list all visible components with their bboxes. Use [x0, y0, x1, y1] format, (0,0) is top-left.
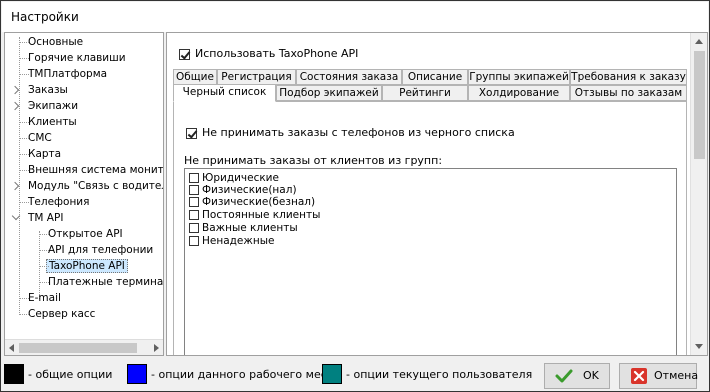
checkbox-icon[interactable] [189, 185, 199, 195]
tree-item-basic[interactable]: Основные [15, 34, 83, 50]
tree-item-orders[interactable]: Заказы [10, 82, 68, 98]
tree-item-monitoring[interactable]: Внешняя система мониторинга [15, 162, 163, 178]
settings-tree[interactable]: Основные Горячие клавиши ТМПлатформа Зак… [4, 32, 164, 356]
tab-blacklist[interactable]: Черный список [173, 84, 276, 102]
group-item-individual-cashless[interactable]: Физические(безнал) [189, 196, 315, 209]
tab-general[interactable]: Общие [173, 69, 217, 85]
cancel-x-icon [631, 368, 647, 384]
tree-item-crews[interactable]: Экипажи [10, 98, 78, 114]
cancel-button[interactable]: Отмена [619, 363, 698, 389]
reject-blacklisted-phones-checkbox[interactable]: Не принимать заказы с телефонов из черно… [186, 126, 515, 139]
tab-strip: Общие Регистрация Состояния заказа Описа… [173, 69, 687, 102]
tree-item-hotkeys[interactable]: Горячие клавиши [15, 50, 126, 66]
client-groups-label: Не принимать заказы от клиентов из групп… [184, 154, 443, 167]
expand-chevron-icon[interactable] [10, 181, 20, 191]
tab-holding[interactable]: Холдирование [468, 85, 570, 101]
group-item-important[interactable]: Важные клиенты [189, 222, 298, 235]
scroll-thumb[interactable] [694, 51, 705, 159]
tab-crew-groups[interactable]: Группы экипажей [468, 69, 570, 85]
client-groups-list[interactable]: Юридические Физические(нал) Физические(б… [184, 168, 677, 355]
checkbox-icon[interactable] [186, 127, 197, 139]
checkbox-icon[interactable] [179, 48, 190, 60]
legend-swatch-common [4, 364, 24, 384]
legend-user: - опции текущего пользователя [346, 368, 533, 381]
tree-item-open-api[interactable]: Открытое API [35, 226, 123, 242]
checkbox-icon[interactable] [189, 223, 199, 233]
scroll-up-icon[interactable] [695, 39, 703, 44]
panel-vertical-scrollbar[interactable] [690, 33, 707, 355]
legend-swatch-user [322, 364, 342, 384]
tree-item-tm-api[interactable]: TM API [11, 210, 63, 226]
tree-item-taxophone-api[interactable]: TaxoPhone API [35, 258, 128, 274]
expand-chevron-icon[interactable] [10, 85, 20, 95]
checkbox-icon[interactable] [189, 210, 199, 220]
ok-button[interactable]: OK [544, 363, 610, 389]
tree-item-telephony-api[interactable]: API для телефонии [35, 242, 153, 258]
collapse-chevron-icon[interactable] [11, 211, 21, 221]
tree-item-telephony[interactable]: Телефония [15, 194, 89, 210]
settings-panel: Использовать TaxoPhone API Общие Регистр… [166, 32, 708, 356]
window-title: Настройки [2, 2, 708, 32]
tree-item-map[interactable]: Карта [15, 146, 61, 162]
settings-window: Настройки Основные Горячие клавиши ТМПла… [0, 0, 710, 392]
tree-item-email[interactable]: E-mail [15, 290, 61, 306]
tab-registration[interactable]: Регистрация [217, 69, 296, 85]
use-taxophone-api-checkbox[interactable]: Использовать TaxoPhone API [179, 47, 358, 60]
scroll-left-icon[interactable] [9, 344, 14, 352]
scroll-down-icon[interactable] [695, 344, 703, 349]
tab-crew-selection[interactable]: Подбор экипажей [276, 85, 382, 101]
tree-item-payment-terminals[interactable]: Платежные терминалы [35, 274, 163, 290]
scroll-thumb[interactable] [19, 343, 137, 353]
group-item-unreliable[interactable]: Ненадежные [189, 235, 274, 248]
tree-item-clients[interactable]: Клиенты [15, 114, 77, 130]
tab-ratings[interactable]: Рейтинги [382, 85, 468, 101]
legend-workplace: - опции данного рабочего места [151, 368, 340, 381]
tree-item-tmplatform[interactable]: ТМПлатформа [15, 66, 107, 82]
checkmark-icon [555, 369, 573, 383]
group-item-regular[interactable]: Постоянные клиенты [189, 209, 320, 222]
checkbox-icon[interactable] [189, 236, 199, 246]
legend-swatch-workplace [127, 364, 147, 384]
tree-item-cash-server[interactable]: Сервер касс [15, 306, 95, 322]
tab-order-requirements[interactable]: Требования к заказу [570, 69, 687, 85]
checkbox-icon[interactable] [189, 173, 199, 183]
legend-common: - общие опции [28, 368, 113, 381]
tree-item-driver-link[interactable]: Модуль "Связь с водителями" [10, 178, 163, 194]
blacklist-tab-content: Не принимать заказы с телефонов из черно… [173, 101, 687, 355]
tree-item-sms[interactable]: СМС [15, 130, 52, 146]
expand-chevron-icon[interactable] [10, 101, 20, 111]
tree-horizontal-scrollbar[interactable] [5, 339, 163, 355]
tab-description[interactable]: Описание [402, 69, 468, 85]
tab-order-reviews[interactable]: Отзывы по заказам [570, 85, 687, 101]
checkbox-icon[interactable] [189, 197, 199, 207]
tab-order-states[interactable]: Состояния заказа [296, 69, 402, 85]
scroll-right-icon[interactable] [154, 344, 159, 352]
